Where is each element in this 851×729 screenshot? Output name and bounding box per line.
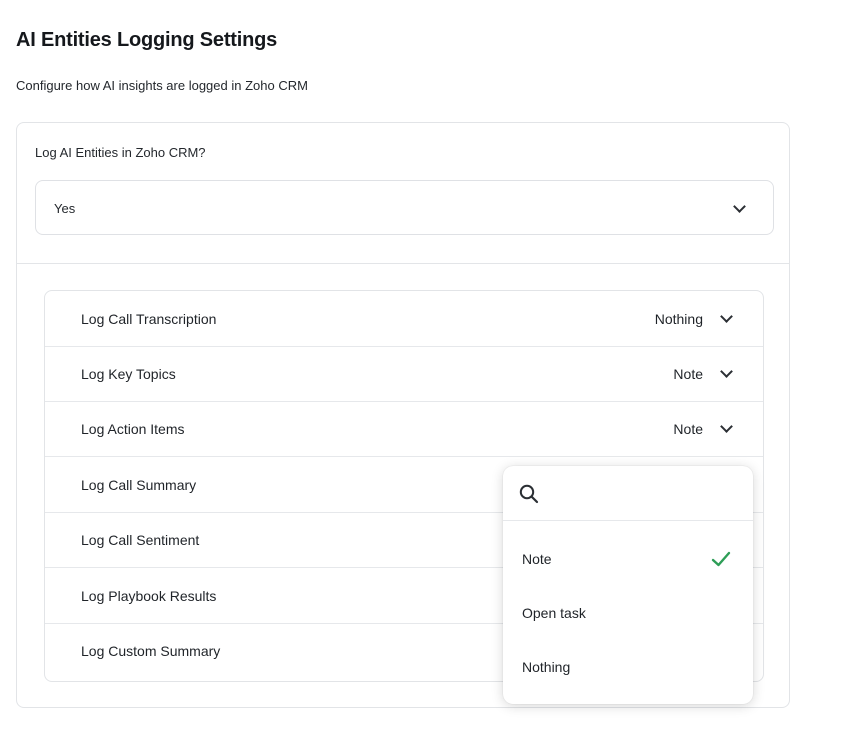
chevron-down-icon[interactable] xyxy=(720,365,733,378)
option-open-task[interactable]: Open task xyxy=(503,590,753,638)
value-dropdown-menu: Note Open task Nothing xyxy=(503,466,753,704)
log-ai-entities-value: Yes xyxy=(54,201,76,216)
option-note[interactable]: Note xyxy=(503,536,753,584)
page-title: AI Entities Logging Settings xyxy=(16,29,278,51)
option-label: Open task xyxy=(522,605,586,621)
row-label: Log Call Summary xyxy=(81,477,197,493)
row-label: Log Action Items xyxy=(81,421,185,437)
row-log-key-topics[interactable]: Log Key Topics Note xyxy=(45,346,763,402)
option-label: Nothing xyxy=(522,659,571,675)
row-label: Log Playbook Results xyxy=(81,588,217,604)
dropdown-search xyxy=(503,466,753,521)
chevron-down-icon[interactable] xyxy=(720,420,733,433)
row-label: Log Key Topics xyxy=(81,366,176,382)
row-value: Note xyxy=(673,421,703,437)
row-value: Note xyxy=(673,366,703,382)
page-subtitle: Configure how AI insights are logged in … xyxy=(16,78,308,93)
row-value: Nothing xyxy=(654,311,703,327)
check-icon xyxy=(711,551,731,567)
log-ai-entities-label: Log AI Entities in Zoho CRM? xyxy=(35,145,206,160)
row-log-action-items[interactable]: Log Action Items Note xyxy=(45,401,763,457)
chevron-down-icon[interactable] xyxy=(720,310,733,323)
row-label: Log Call Sentiment xyxy=(81,532,200,548)
search-icon xyxy=(519,484,539,504)
chevron-down-icon xyxy=(733,200,746,213)
dropdown-search-input[interactable] xyxy=(549,480,743,508)
row-label: Log Custom Summary xyxy=(81,643,221,659)
option-nothing[interactable]: Nothing xyxy=(503,644,753,692)
row-label: Log Call Transcription xyxy=(81,311,217,327)
log-ai-entities-select[interactable]: Yes xyxy=(35,180,774,235)
option-label: Note xyxy=(522,551,552,567)
divider xyxy=(17,263,789,264)
row-log-call-transcription[interactable]: Log Call Transcription Nothing xyxy=(45,291,763,347)
